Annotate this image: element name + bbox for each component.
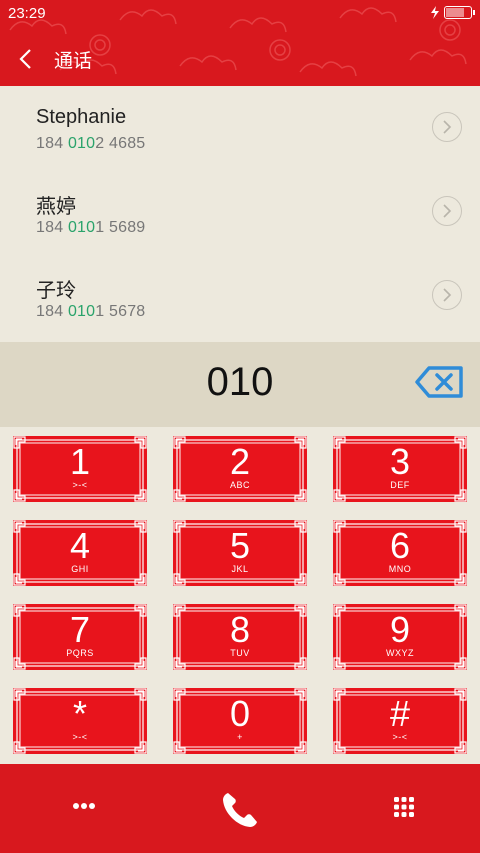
contact-row[interactable]: 子玲 184 0101 5678 [0, 254, 480, 338]
status-time: 23:29 [8, 5, 46, 22]
contact-detail-button[interactable] [432, 112, 462, 142]
key-4[interactable]: 4 GHI [13, 520, 147, 586]
contact-detail-button[interactable] [432, 196, 462, 226]
bottom-action-bar [0, 764, 480, 853]
contact-row[interactable]: 燕婷 184 0101 5689 [0, 170, 480, 254]
backspace-icon [415, 366, 463, 398]
key-5[interactable]: 5 JKL [173, 520, 307, 586]
dial-input-bar: 010 [0, 342, 480, 427]
backspace-button[interactable] [415, 364, 465, 400]
matched-digits: 010 [67, 135, 96, 152]
key-9[interactable]: 9 WXYZ [333, 604, 467, 670]
status-icons [430, 6, 475, 19]
key-hash[interactable]: # >-< [333, 688, 467, 754]
key-0[interactable]: 0 + [173, 688, 307, 754]
key-letters: DEF [390, 480, 410, 490]
contact-name: Stephanie [36, 106, 127, 128]
phone-icon [223, 793, 257, 827]
key-2[interactable]: 2 ABC [173, 436, 307, 502]
key-digit: 8 [229, 609, 251, 650]
contact-name: 子玲 [36, 280, 76, 302]
key-letters: >-< [72, 732, 88, 742]
key-digit: 5 [229, 525, 251, 566]
key-1[interactable]: 1 >-< [13, 436, 147, 502]
contact-detail-button[interactable] [432, 280, 462, 310]
contact-suggestion-list: Stephanie 184 0102 4685 燕婷 184 0101 5689… [0, 86, 480, 342]
title-bar: 通话 [0, 32, 480, 86]
key-letters: >-< [392, 732, 408, 742]
key-letters: >-< [72, 480, 88, 490]
header: 23:29 通话 [0, 0, 480, 86]
matched-digits: 010 [67, 219, 96, 236]
key-letters: TUV [230, 648, 250, 658]
key-7[interactable]: 7 PQRS [13, 604, 147, 670]
contact-row[interactable]: Stephanie 184 0102 4685 [0, 86, 480, 170]
contact-number: 184 0101 5678 [36, 303, 146, 320]
battery-icon [444, 6, 475, 19]
key-digit: 6 [389, 525, 411, 566]
contact-name: 燕婷 [36, 196, 76, 218]
key-8[interactable]: 8 TUV [173, 604, 307, 670]
key-letters: GHI [71, 564, 89, 574]
contact-number: 184 0102 4685 [36, 135, 146, 152]
dialpad-toggle-button[interactable] [388, 791, 420, 823]
back-button[interactable] [14, 46, 40, 72]
status-bar: 23:29 [0, 0, 480, 28]
chevron-right-icon [443, 204, 452, 218]
key-letters: PQRS [66, 648, 94, 658]
call-button[interactable] [218, 788, 262, 832]
matched-digits: 010 [67, 303, 96, 320]
key-digit: 7 [69, 609, 91, 650]
more-button[interactable] [64, 794, 104, 824]
key-digit: 1 [69, 441, 91, 482]
chevron-right-icon [443, 120, 452, 134]
key-letters: + [237, 732, 243, 742]
more-dots-icon [73, 803, 95, 809]
dialpad-grid-icon [394, 797, 414, 817]
key-digit: 0 [229, 693, 251, 734]
page-title: 通话 [54, 51, 93, 72]
key-digit: 3 [389, 441, 411, 482]
contact-number: 184 0101 5689 [36, 219, 146, 236]
dialpad: 1 >-< 2 ABC 3 DEF 4 GHI 5 JKL 6 MNO 7 PQRS 8 TUV 9 WXYZ * >… [0, 427, 480, 764]
key-letters: WXYZ [386, 648, 414, 658]
key-3[interactable]: 3 DEF [333, 436, 467, 502]
key-digit: 4 [69, 525, 91, 566]
key-digit: 2 [229, 441, 251, 482]
key-letters: JKL [231, 564, 249, 574]
dial-input[interactable]: 010 [0, 360, 480, 405]
key-digit: 9 [389, 609, 411, 650]
key-6[interactable]: 6 MNO [333, 520, 467, 586]
lightning-icon [431, 6, 439, 19]
chevron-right-icon [443, 288, 452, 302]
key-digit: * [72, 693, 87, 734]
key-letters: ABC [229, 480, 250, 490]
key-star[interactable]: * >-< [13, 688, 147, 754]
chevron-left-icon [19, 49, 31, 69]
key-letters: MNO [388, 564, 412, 574]
key-digit: # [389, 693, 411, 734]
